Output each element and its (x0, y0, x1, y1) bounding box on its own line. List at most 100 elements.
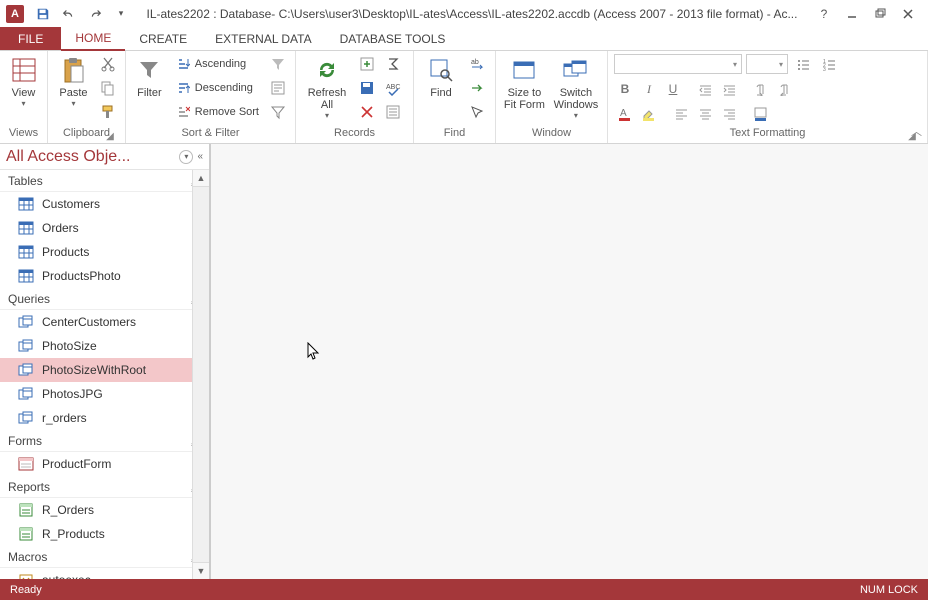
bullets-button[interactable] (792, 53, 814, 75)
nav-group-label: Forms (8, 434, 42, 448)
numbering-button[interactable]: 123 (818, 53, 840, 75)
qat-customize-button[interactable]: ▾ (108, 3, 134, 25)
nav-collapse-button[interactable]: « (197, 151, 203, 162)
clipboard-dialog-launcher[interactable]: ◢ (103, 129, 117, 143)
ltr-button[interactable] (750, 78, 772, 100)
scroll-up-button[interactable]: ▲ (193, 170, 209, 187)
nav-item[interactable]: autoexec (0, 568, 209, 579)
replace-button[interactable]: ab (466, 53, 488, 75)
nav-item-label: R_Products (42, 527, 105, 541)
group-sort-filter: Filter Ascending Descending Remove Sort … (126, 51, 296, 143)
selection-filter-button[interactable] (267, 53, 289, 75)
nav-item[interactable]: ProductForm (0, 452, 209, 476)
nav-item[interactable]: PhotosJPG (0, 382, 209, 406)
tab-home[interactable]: HOME (61, 27, 125, 51)
nav-item-label: PhotoSizeWithRoot (42, 363, 146, 377)
qat-redo-button[interactable] (82, 3, 108, 25)
underline-button[interactable]: U (662, 78, 684, 100)
nav-item[interactable]: CenterCustomers (0, 310, 209, 334)
size-to-fit-button[interactable]: Size to Fit Form (502, 53, 547, 113)
font-color-button[interactable]: A (614, 103, 636, 125)
format-painter-button[interactable] (97, 101, 119, 123)
cut-button[interactable] (97, 53, 119, 75)
tab-external-data[interactable]: EXTERNAL DATA (201, 27, 325, 50)
nav-group-forms[interactable]: Forms︽ (0, 430, 209, 452)
svg-text:3: 3 (823, 67, 826, 71)
refresh-icon (312, 55, 342, 85)
ascending-label: Ascending (195, 58, 246, 70)
collapse-ribbon-button[interactable]: ︿ (911, 123, 922, 139)
view-button[interactable]: View ▾ (6, 53, 41, 110)
find-button[interactable]: Find (420, 53, 462, 101)
restore-button[interactable] (866, 3, 894, 25)
table-icon (18, 269, 34, 283)
align-left-button[interactable] (670, 103, 692, 125)
group-text-label: Text Formatting◢ (614, 127, 921, 143)
copy-button[interactable] (97, 77, 119, 99)
window-title: IL-ates2202 : Database- C:\Users\user3\D… (134, 7, 810, 21)
ascending-button[interactable]: Ascending (171, 53, 263, 75)
goto-button[interactable] (466, 77, 488, 99)
close-button[interactable] (894, 3, 922, 25)
toggle-filter-button[interactable] (267, 101, 289, 123)
nav-group-macros[interactable]: Macros︽ (0, 546, 209, 568)
nav-item[interactable]: R_Orders (0, 498, 209, 522)
more-records-button[interactable] (382, 101, 404, 123)
tab-create[interactable]: CREATE (125, 27, 201, 50)
nav-group-label: Queries (8, 292, 50, 306)
nav-item[interactable]: Orders (0, 216, 209, 240)
group-clipboard-label: Clipboard◢ (54, 127, 119, 143)
ribbon-tab-strip: FILE HOME CREATE EXTERNAL DATA DATABASE … (0, 27, 928, 51)
increase-indent-button[interactable] (718, 78, 740, 100)
nav-menu-dropdown[interactable]: ▾ (179, 150, 193, 164)
tab-file[interactable]: FILE (0, 27, 61, 50)
nav-group-queries[interactable]: Queries︽ (0, 288, 209, 310)
nav-group-tables[interactable]: Tables︽ (0, 170, 209, 192)
highlight-button[interactable] (638, 103, 660, 125)
nav-item[interactable]: r_orders (0, 406, 209, 430)
minimize-button[interactable] (838, 3, 866, 25)
font-name-combo[interactable]: ▾ (614, 54, 742, 74)
select-button[interactable] (466, 101, 488, 123)
descending-button[interactable]: Descending (171, 77, 263, 99)
align-right-button[interactable] (718, 103, 740, 125)
italic-button[interactable]: I (638, 78, 660, 100)
nav-group-reports[interactable]: Reports︽ (0, 476, 209, 498)
nav-item[interactable]: Customers (0, 192, 209, 216)
nav-item-label: PhotosJPG (42, 387, 103, 401)
font-size-combo[interactable]: ▾ (746, 54, 788, 74)
totals-button[interactable] (382, 53, 404, 75)
chevron-down-icon: ▾ (71, 99, 75, 108)
align-center-button[interactable] (694, 103, 716, 125)
nav-body: Tables︽CustomersOrders Products ProductsPh… (0, 170, 209, 579)
delete-record-button[interactable] (356, 101, 378, 123)
new-record-button[interactable] (356, 53, 378, 75)
nav-item[interactable]: PhotoSizeWithRoot (0, 358, 209, 382)
switch-windows-button[interactable]: Switch Windows ▾ (551, 53, 601, 122)
nav-item[interactable]: R_Products (0, 522, 209, 546)
tab-database-tools[interactable]: DATABASE TOOLS (326, 27, 460, 50)
save-record-button[interactable] (356, 77, 378, 99)
fill-color-button[interactable] (750, 103, 772, 125)
decrease-indent-button[interactable] (694, 78, 716, 100)
nav-scrollbar[interactable]: ▲ ▼ (192, 170, 209, 579)
help-button[interactable]: ? (810, 3, 838, 25)
filter-button[interactable]: Filter (132, 53, 167, 101)
nav-item[interactable]: PhotoSize (0, 334, 209, 358)
scroll-down-button[interactable]: ▼ (193, 562, 209, 579)
nav-item[interactable]: ProductsPhoto (0, 264, 209, 288)
nav-item-label: Products (42, 245, 89, 259)
mouse-cursor-icon (307, 342, 321, 360)
refresh-all-button[interactable]: Refresh All ▾ (302, 53, 352, 122)
rtl-button[interactable] (774, 78, 796, 100)
remove-sort-button[interactable]: Remove Sort (171, 101, 263, 123)
qat-undo-button[interactable] (56, 3, 82, 25)
nav-item[interactable]: Products (0, 240, 209, 264)
spelling-button[interactable]: ABC (382, 77, 404, 99)
bold-button[interactable]: B (614, 78, 636, 100)
nav-item-label: R_Orders (42, 503, 94, 517)
paste-button[interactable]: Paste ▾ (54, 53, 93, 110)
nav-pane-header[interactable]: All Access Obje... ▾ « (0, 144, 209, 170)
qat-save-button[interactable] (30, 3, 56, 25)
advanced-filter-button[interactable] (267, 77, 289, 99)
